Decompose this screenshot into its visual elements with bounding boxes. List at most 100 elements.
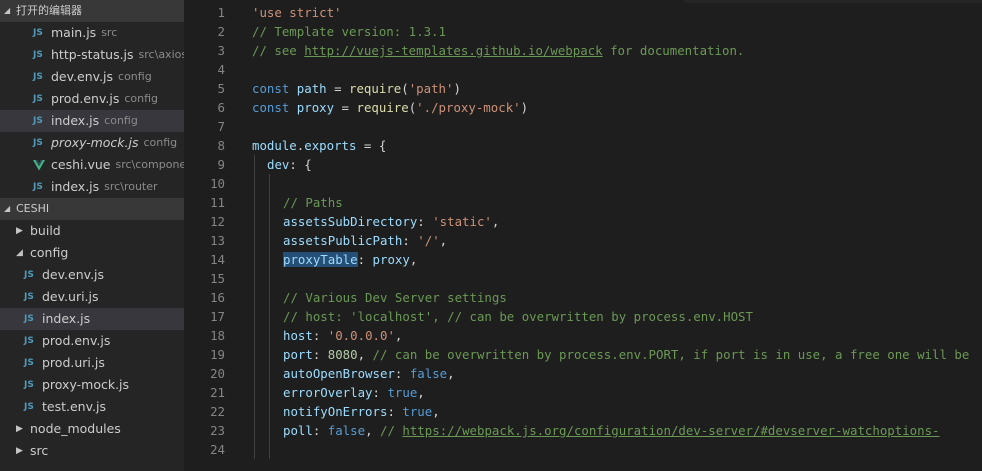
tree-folder[interactable]: ▶ src (0, 440, 184, 462)
code-text: // see http://vuejs-templates.github.io/… (252, 41, 744, 60)
code-text: // Various Dev Server settings (283, 288, 507, 307)
code-line: 9 dev: { (184, 155, 982, 174)
line-number: 4 (217, 62, 225, 77)
open-editors-header[interactable]: ◢ 打开的编辑器 (0, 0, 184, 22)
js-file-icon: JS (33, 94, 43, 104)
tree-file[interactable]: JS proxy-mock.js (0, 374, 184, 396)
code-line: 10 (184, 174, 982, 193)
code-line: 21 errorOverlay: true, (184, 383, 982, 402)
indent-guide (269, 364, 270, 383)
indent-guide (269, 345, 270, 364)
code-editor[interactable]: 1 'use strict' 2 // Template version: 1.3.1… (184, 3, 982, 471)
tree-file[interactable]: JS dev.env.js (0, 264, 184, 286)
code-line: 14 proxyTable: proxy, (184, 250, 982, 269)
code-text: 'use strict' (252, 3, 342, 22)
indent-guide (254, 155, 255, 174)
tree-folder[interactable]: ▶ node_modules (0, 418, 184, 440)
link-token[interactable]: http://vuejs-templates.github.io/webpack (304, 43, 602, 58)
code-line: 2 // Template version: 1.3.1 (184, 22, 982, 41)
js-file-icon: JS (33, 50, 43, 60)
punctuation-token: = (334, 100, 357, 115)
code-text: dev: { (267, 155, 312, 174)
open-editor-item[interactable]: JS main.js src (0, 22, 184, 44)
vscode-window: ◢ 打开的编辑器 JS main.js src JS http-status.js src… (0, 0, 982, 471)
comment-token: // can be overwritten by process.env.POR… (372, 347, 970, 362)
open-editor-item[interactable]: JS dev.env.js config (0, 66, 184, 88)
code-text: module.exports = { (252, 136, 386, 155)
tree-folder[interactable]: ▶ build (0, 220, 184, 242)
punctuation-token: , (447, 366, 455, 381)
vue-file-icon (33, 159, 51, 171)
punctuation-token: : (312, 347, 328, 362)
code-text: port: 8080, // can be overwritten by pro… (283, 345, 969, 364)
tree-file[interactable]: JS test.env.js (0, 396, 184, 418)
code-line: 4 (184, 60, 982, 79)
explorer-sidebar: ◢ 打开的编辑器 JS main.js src JS http-status.js src… (0, 0, 184, 471)
indent-guide (269, 402, 270, 421)
indent-guide (254, 402, 255, 421)
comment-token: // see (252, 43, 305, 58)
punctuation-token: : (357, 252, 373, 267)
punctuation-token: , (432, 404, 440, 419)
js-file-icon: JS (24, 270, 34, 280)
open-editor-item[interactable]: JS index.js src\router (0, 176, 184, 198)
js-file-icon: JS (33, 72, 43, 82)
tree-item-label: config (30, 245, 69, 260)
open-editor-item[interactable]: ceshi.vue src\compone... (0, 154, 184, 176)
identifier-token: port (283, 347, 313, 362)
open-editor-item[interactable]: JS proxy-mock.js config (0, 132, 184, 154)
code-line: 17 // host: 'localhost', // can be overwr… (184, 307, 982, 326)
js-file-icon: JS (24, 292, 34, 302)
open-editor-item[interactable]: JS prod.env.js config (0, 88, 184, 110)
link-token[interactable]: https://webpack.js.org/configuration/dev… (402, 423, 939, 438)
tree-item-label: build (30, 223, 61, 238)
open-editor-item[interactable]: JS index.js config (0, 110, 184, 132)
code-line: 18 host: '0.0.0.0', (184, 326, 982, 345)
line-number: 14 (210, 252, 225, 267)
comment-token: // Paths (283, 195, 343, 210)
code-lines: 1 'use strict' 2 // Template version: 1.3.1… (184, 3, 982, 459)
tree-item-label: src (30, 443, 49, 458)
boolean-token: false (409, 366, 448, 381)
line-number: 12 (210, 214, 225, 229)
tree-item-label: prod.env.js (42, 333, 111, 348)
tree-file[interactable]: JS prod.uri.js (0, 352, 184, 374)
js-file-icon: JS (33, 182, 43, 192)
string-token: 'static' (432, 214, 492, 229)
tree-item-label: dev.env.js (42, 267, 105, 282)
indent-guide (269, 440, 270, 459)
identifier-token: module (252, 138, 297, 153)
punctuation-token: : (312, 328, 328, 343)
indent-guide (269, 212, 270, 231)
code-line: 5 const path = require('path') (184, 79, 982, 98)
punctuation-token: , (357, 347, 373, 362)
tree-item-label: test.env.js (42, 399, 106, 414)
indent-guide (254, 383, 255, 402)
indent-guide (254, 440, 255, 459)
line-number: 7 (217, 119, 225, 134)
open-editor-path: config (104, 114, 138, 127)
identifier-token: errorOverlay (283, 385, 373, 400)
boolean-token: true (402, 404, 433, 419)
identifier-token: host (283, 328, 313, 343)
chevron-right-icon: ▶ (16, 226, 23, 236)
project-header[interactable]: ◢ CESHI (0, 198, 184, 220)
punctuation-token: ) (453, 81, 461, 96)
line-number: 23 (210, 423, 225, 438)
open-editor-item[interactable]: JS http-status.js src\axios (0, 44, 184, 66)
open-editor-filename: main.js (51, 25, 97, 40)
tree-file[interactable]: JS index.js (0, 308, 184, 330)
code-line: 24 (184, 440, 982, 459)
tree-folder[interactable]: ◢ config (0, 242, 184, 264)
line-number: 9 (217, 157, 225, 172)
tree-item-label: proxy-mock.js (42, 377, 130, 392)
code-text: const proxy = require('./proxy-mock') (252, 98, 528, 117)
tree-file[interactable]: JS prod.env.js (0, 330, 184, 352)
punctuation-token: , (365, 423, 380, 438)
line-number: 16 (210, 290, 225, 305)
indent-guide (254, 345, 255, 364)
tree-file[interactable]: JS dev.uri.js (0, 286, 184, 308)
punctuation-token (289, 81, 296, 96)
punctuation-token: : { (289, 157, 312, 172)
indent-guide (269, 288, 270, 307)
